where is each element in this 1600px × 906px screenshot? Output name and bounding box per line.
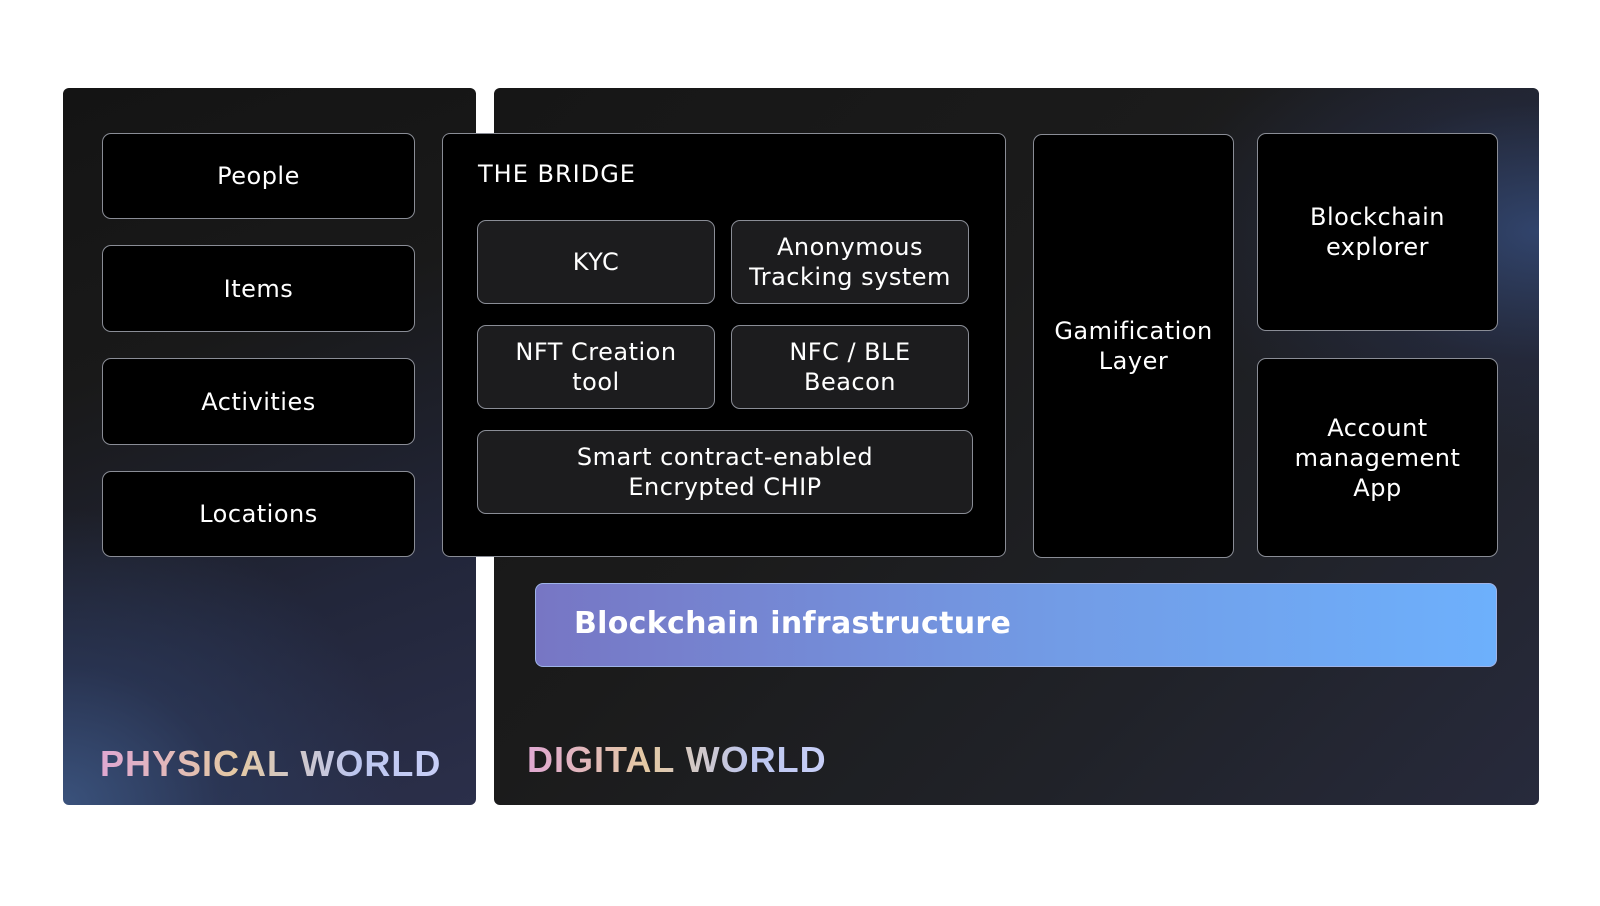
account-management-box: Account management App <box>1257 358 1498 557</box>
gamification-layer-box: Gamification Layer <box>1033 134 1234 558</box>
gamification-layer-label: Gamification Layer <box>1054 317 1213 375</box>
bridge-component-label: NFT Creation tool <box>515 338 677 396</box>
physical-item-activities: Activities <box>102 358 415 445</box>
bridge-component-kyc: KYC <box>477 220 715 304</box>
blockchain-infrastructure-bar: Blockchain infrastructure <box>535 583 1497 667</box>
physical-item-items: Items <box>102 245 415 332</box>
blockchain-explorer-label: Blockchain explorer <box>1310 203 1445 261</box>
physical-item-label: People <box>217 162 300 190</box>
bridge-component-label: KYC <box>572 248 620 276</box>
physical-item-locations: Locations <box>102 471 415 557</box>
blockchain-explorer-box: Blockchain explorer <box>1257 133 1498 331</box>
digital-world-label: DIGITAL WORLD <box>527 739 827 780</box>
physical-world-label: PHYSICAL WORLD <box>100 743 442 784</box>
physical-item-people: People <box>102 133 415 219</box>
bridge-component-label: Anonymous Tracking system <box>749 233 951 291</box>
bridge-title: THE BRIDGE <box>478 160 636 188</box>
physical-item-label: Locations <box>199 500 318 528</box>
bridge-component-nfc-ble: NFC / BLE Beacon <box>731 325 969 409</box>
bridge-container: THE BRIDGE KYC Anonymous Tracking system… <box>442 133 1006 557</box>
bridge-component-label: NFC / BLE Beacon <box>789 338 911 396</box>
blockchain-infrastructure-label: Blockchain infrastructure <box>574 606 1012 641</box>
physical-item-label: Activities <box>201 387 316 416</box>
physical-item-label: Items <box>223 274 294 303</box>
bridge-component-label: Smart contract-enabled Encrypted CHIP <box>576 443 874 501</box>
bridge-component-anonymous-tracking: Anonymous Tracking system <box>731 220 969 304</box>
account-management-label: Account management App <box>1294 413 1461 502</box>
bridge-component-smart-chip: Smart contract-enabled Encrypted CHIP <box>477 430 973 514</box>
bridge-component-nft-creation: NFT Creation tool <box>477 325 715 409</box>
